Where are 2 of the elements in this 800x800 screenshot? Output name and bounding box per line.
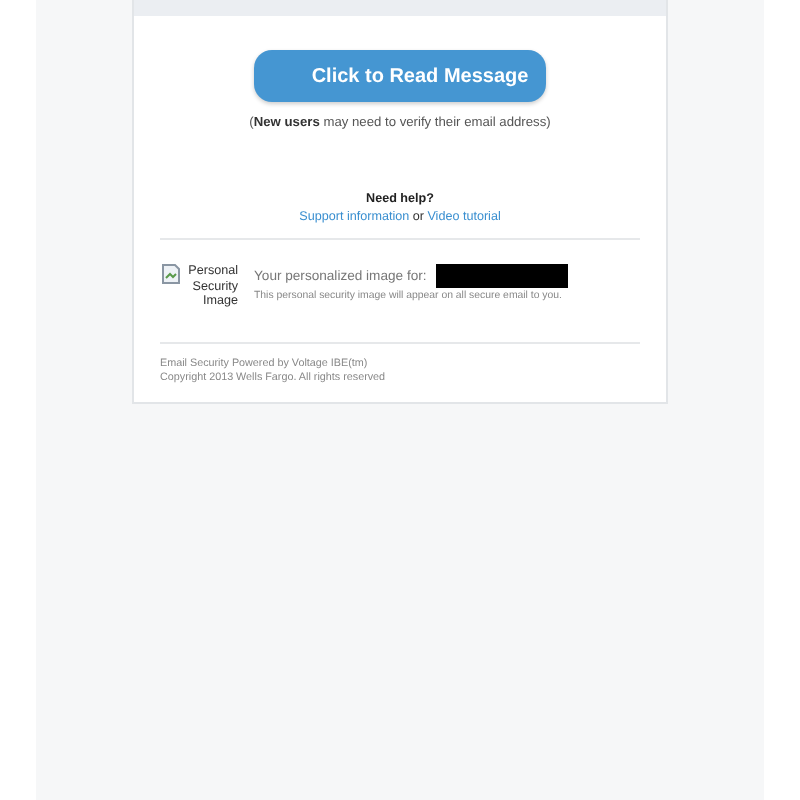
broken-image-icon [162, 264, 180, 284]
read-message-button[interactable]: Click to Read Message [254, 50, 546, 102]
